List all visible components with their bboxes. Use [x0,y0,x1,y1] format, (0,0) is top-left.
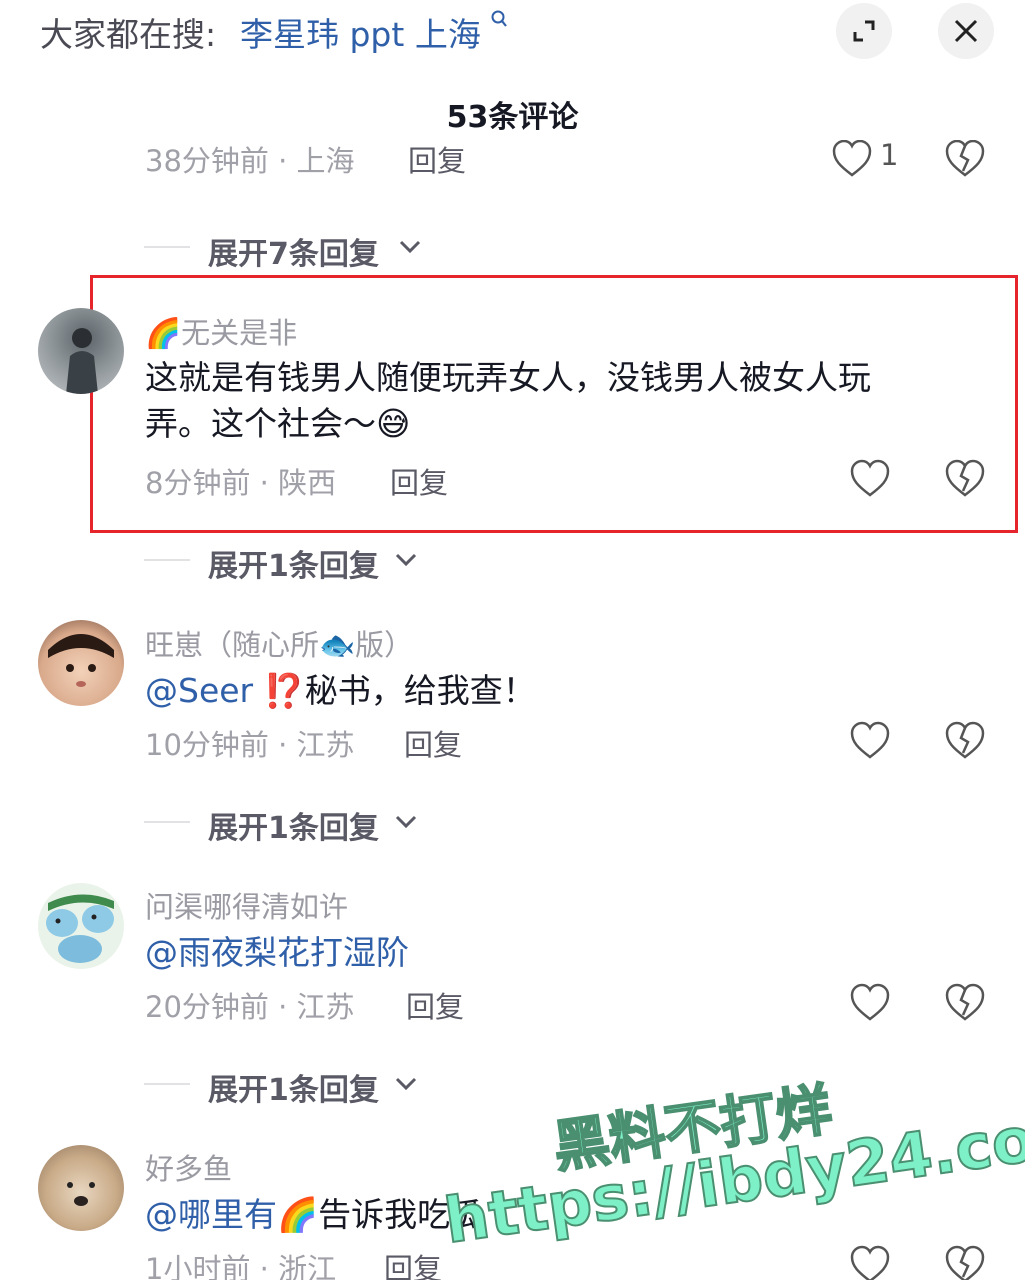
expand-replies-label[interactable]: 展开1条回复 [208,803,379,847]
trending-search-term[interactable]: 李星玮 ppt 上海 [240,8,481,56]
reply-button[interactable]: 回复 [404,722,462,764]
expand-replies-label[interactable]: 展开7条回复 [208,229,379,273]
comment-nickname[interactable]: 旺崽（随心所🐟版） [145,622,413,664]
avatar[interactable] [38,308,124,394]
mention-link[interactable]: @哪里有 [145,1195,277,1234]
avatar[interactable] [38,883,124,969]
like-icon[interactable] [848,720,892,760]
comment-nickname[interactable]: 🌈无关是非 [145,310,297,352]
like-icon[interactable] [848,1244,892,1280]
reply-button[interactable]: 回复 [406,984,464,1026]
watermark: 黑料不打烊 https://ibdy24.com [431,1042,1025,1280]
mention-link[interactable]: @Seer [145,671,253,710]
mention-link[interactable]: @雨夜梨花打湿阶 [145,933,409,972]
trending-search-prefix: 大家都在搜: [40,15,217,54]
expand-icon [853,20,875,42]
chevron-down-icon [395,815,417,829]
comment-count-title: 53条评论 [446,100,579,135]
partial-comment-row: 38分钟前 · 上海 回复 1 [0,140,1025,182]
avatar-child-icon [48,634,114,687]
like-icon[interactable] [848,982,892,1022]
divider-line [144,1083,190,1085]
search-icon[interactable] [490,10,508,35]
avatar[interactable] [38,1145,124,1231]
dislike-icon[interactable] [943,1244,987,1280]
comment-nickname[interactable]: 好多鱼 [145,1146,232,1188]
expand-button[interactable] [836,3,892,59]
expand-replies-label[interactable]: 展开1条回复 [208,1065,379,1109]
close-icon [954,19,978,43]
close-button[interactable] [938,3,994,59]
divider-line [144,559,190,561]
rainbow-icon: 🌈 [145,316,182,350]
reply-button[interactable]: 回复 [384,1246,442,1280]
comment-meta: 8分钟前 · 陕西 [145,466,337,500]
avatar-figure-icon [66,328,98,394]
avatar[interactable] [38,620,124,706]
top-search-bar: 大家都在搜: 李星玮 ppt 上海 [0,0,1025,70]
chevron-down-icon [395,553,417,567]
avatar-cartoon-icon [46,894,114,963]
dislike-icon[interactable] [943,140,987,178]
dislike-icon[interactable] [943,982,987,1022]
divider-line [144,246,190,248]
reply-button[interactable]: 回复 [408,140,466,180]
like-count: 1 [880,140,899,172]
comment-text: @雨夜梨花打湿阶 [145,930,965,976]
comment-text: @Seer ⁉️秘书，给我查！ [145,671,536,710]
avatar-dog-icon [67,1182,95,1206]
dislike-icon[interactable] [943,720,987,760]
chevron-down-icon [395,1077,417,1091]
comment-meta: 20分钟前 · 江苏 [145,990,355,1024]
like-icon[interactable] [848,458,892,498]
comment-meta: 10分钟前 · 江苏 [145,728,355,762]
comment-text: 这就是有钱男人随便玩弄女人，没钱男人被女人玩 弄。这个社会～😅 [145,358,871,443]
comment-nickname[interactable]: 问渠哪得清如许 [145,884,348,926]
dislike-icon[interactable] [943,458,987,498]
chevron-down-icon [399,240,421,254]
reply-button[interactable]: 回复 [390,460,448,502]
comment-meta: 38分钟前 · 上海 [145,144,355,178]
divider-line [144,821,190,823]
like-icon[interactable] [830,140,874,178]
expand-replies-label[interactable]: 展开1条回复 [208,541,379,585]
comment-meta: 1小时前 · 浙江 [145,1252,337,1280]
